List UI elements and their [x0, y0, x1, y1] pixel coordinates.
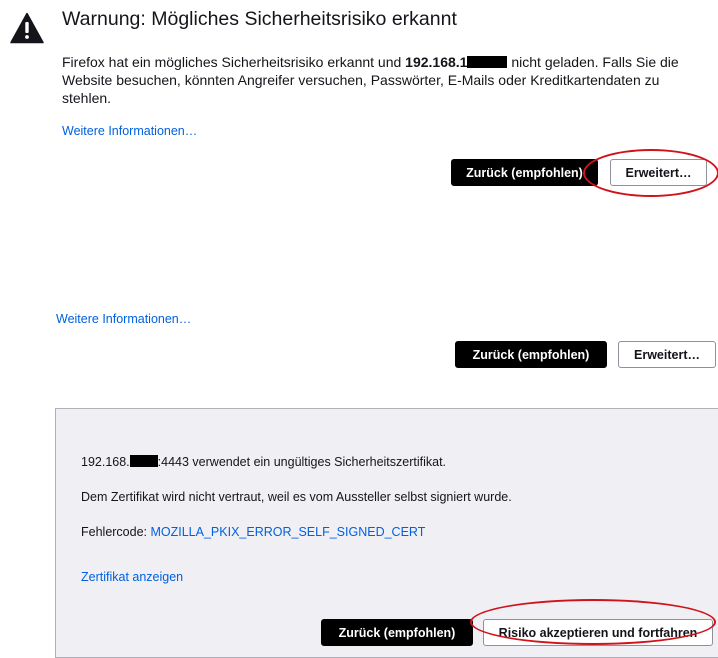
host-address: 192.168.1 — [405, 54, 468, 70]
warning-description: Firefox hat ein mögliches Sicherheitsris… — [62, 53, 702, 107]
back-recommended-button[interactable]: Zurück (empfohlen) — [451, 159, 598, 186]
description-start: Firefox hat ein mögliches Sicherheitsris… — [62, 54, 406, 70]
back-recommended-button-3[interactable]: Zurück (empfohlen) — [321, 619, 473, 646]
panel-host-prefix: 192.168. — [81, 455, 130, 469]
panel-host-suffix: :4443 verwendet ein ungültiges Sicherhei… — [157, 455, 447, 469]
view-certificate-link[interactable]: Zertifikat anzeigen — [81, 570, 183, 584]
error-code-link[interactable]: MOZILLA_PKIX_ERROR_SELF_SIGNED_CERT — [150, 525, 425, 539]
advanced-button-2[interactable]: Erweitert… — [618, 341, 716, 368]
redaction-bar-2 — [129, 455, 158, 467]
page-title: Warnung: Mögliches Sicherheitsrisiko erk… — [62, 8, 457, 30]
warning-icon — [10, 12, 44, 44]
accept-risk-button[interactable]: Risiko akzeptieren und fortfahren — [483, 619, 713, 646]
redaction-bar — [467, 56, 508, 68]
learn-more-link-2[interactable]: Weitere Informationen… — [56, 312, 191, 326]
error-code-label: Fehlercode: — [81, 525, 151, 539]
error-code-line: Fehlercode: MOZILLA_PKIX_ERROR_SELF_SIGN… — [81, 525, 425, 539]
advanced-button[interactable]: Erweitert… — [610, 159, 707, 186]
self-signed-text: Dem Zertifikat wird nicht vertraut, weil… — [81, 490, 512, 504]
learn-more-link[interactable]: Weitere Informationen… — [62, 124, 197, 138]
invalid-certificate-text: 192.168. :4443 verwendet ein ungültiges S… — [81, 455, 446, 469]
back-recommended-button-2[interactable]: Zurück (empfohlen) — [455, 341, 607, 368]
